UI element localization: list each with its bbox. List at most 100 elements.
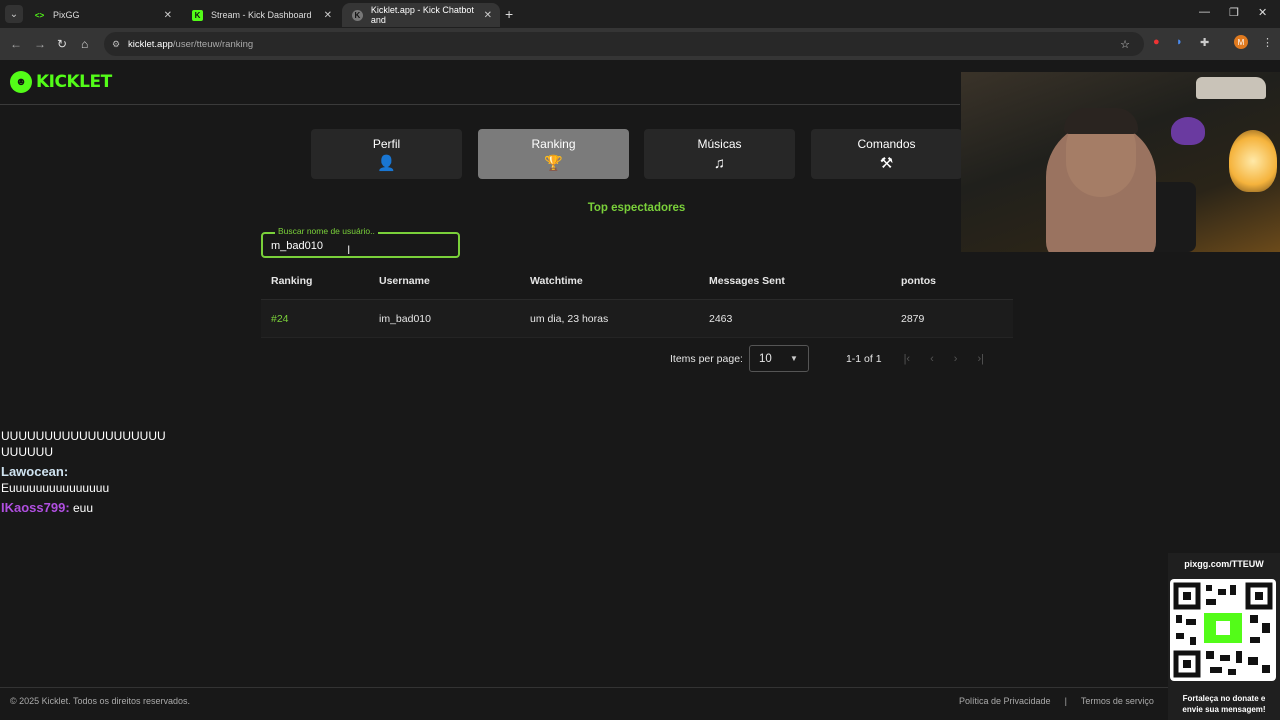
browser-tab-bar: ⌄ <> PixGG ✕ K Stream - Kick Dashboard ✕…	[0, 0, 1280, 28]
pixgg-icon: <>	[34, 10, 45, 20]
cell-watchtime: um dia, 23 horas	[530, 312, 609, 325]
close-icon[interactable]: ✕	[324, 10, 332, 21]
last-page-icon[interactable]: ›|	[977, 353, 984, 365]
chat-username: Lawocean:	[1, 464, 69, 479]
donation-overlay: pixgg.com/TTEUW Fortaleça no donate e en…	[1168, 553, 1280, 720]
nav-label: Perfil	[372, 137, 401, 151]
privacy-link[interactable]: Política de Privacidade	[959, 696, 1051, 706]
person-icon: 👤	[377, 155, 396, 172]
cell-pontos: 2879	[901, 312, 925, 325]
header-ranking[interactable]: Ranking	[271, 275, 312, 287]
nav-label: Ranking	[531, 137, 576, 151]
search-label: Buscar nome de usuário..	[275, 226, 378, 236]
url-path: /user/tteuw/ranking	[172, 38, 254, 50]
cell-ranking: #24	[271, 312, 289, 325]
username-search[interactable]: Buscar nome de usuário..	[261, 226, 460, 258]
items-per-page-label: Items per page:	[670, 352, 743, 365]
site-info-icon[interactable]: ⚙	[112, 39, 120, 50]
logo-text: KICKLET	[36, 72, 112, 92]
chat-message: UUUUUU	[1, 445, 53, 459]
footer-separator: |	[1064, 696, 1067, 706]
kicklet-logo-icon: ☻	[10, 71, 32, 93]
home-icon[interactable]: ⌂	[81, 37, 88, 51]
table-row[interactable]: #24 im_bad010 um dia, 23 horas 2463 2879	[261, 300, 1013, 338]
items-per-page-select[interactable]: 10 ▼	[748, 345, 809, 372]
items-per-page-value: 10	[758, 352, 772, 365]
browser-toolbar: ← → ↻ ⌂ ⚙ kicklet.app/user/tteuw/ranking…	[0, 28, 1280, 60]
kicklet-logo[interactable]: ☻ KICKLET	[10, 71, 112, 93]
reload-icon[interactable]: ↻	[57, 37, 67, 51]
nav-comandos[interactable]: Comandos ⚒	[811, 129, 962, 179]
browser-tab-kicklet[interactable]: K Kicklet.app - Kick Chatbot and ✕	[342, 3, 500, 27]
url-host: kicklet.app	[128, 38, 173, 50]
webcam-overlay	[961, 72, 1280, 252]
kick-icon: K	[192, 9, 203, 21]
cell-username: im_bad010	[379, 312, 431, 325]
browser-tab-kick-dashboard[interactable]: K Stream - Kick Dashboard ✕	[182, 3, 340, 27]
footer-divider	[0, 687, 1168, 688]
header-watchtime[interactable]: Watchtime	[530, 275, 583, 287]
minimize-icon[interactable]: —	[1199, 6, 1210, 18]
tools-icon: ⚒	[879, 155, 894, 172]
streamer-hair	[1064, 108, 1138, 134]
paginator: Items per page: 10 ▼ 1-1 of 1 |‹ ‹ › ›|	[670, 345, 984, 372]
nav-label: Comandos	[857, 137, 916, 151]
bookmark-star-icon[interactable]: ☆	[1120, 38, 1130, 51]
profile-avatar[interactable]: M	[1234, 35, 1248, 49]
window-close-icon[interactable]: ✕	[1258, 6, 1267, 19]
tab-title: Kicklet.app - Kick Chatbot and	[370, 5, 474, 25]
dropdown-arrow-icon: ▼	[790, 354, 798, 363]
chat-line: IKaoss799: euu	[1, 500, 166, 516]
restore-icon[interactable]: ❐	[1229, 6, 1239, 19]
donation-url: pixgg.com/TTEUW	[1184, 559, 1264, 569]
ranking-table: Ranking Username Watchtime Messages Sent…	[261, 263, 1013, 338]
terms-link[interactable]: Termos de serviço	[1081, 696, 1154, 706]
header-pontos[interactable]: pontos	[901, 275, 936, 287]
prev-page-icon[interactable]: ‹	[930, 353, 934, 365]
kicklet-icon: K	[352, 9, 363, 21]
table-header: Ranking Username Watchtime Messages Sent…	[261, 263, 1013, 300]
text-cursor-icon: I	[347, 243, 351, 257]
header-divider	[0, 104, 960, 105]
donation-message-line: envie sua mensagem!	[1182, 705, 1266, 714]
tab-title: PixGG	[53, 10, 80, 20]
chat-overlay: UUUUUUUUUUUUUUUUUUU UUUUUU Lawocean: Euu…	[1, 428, 166, 516]
toy-car	[1196, 77, 1266, 99]
page-range: 1-1 of 1	[845, 352, 882, 365]
heart-decoration	[1171, 117, 1205, 145]
footer-copyright: © 2025 Kicklet. Todos os direitos reserv…	[10, 696, 191, 706]
close-icon[interactable]: ✕	[164, 10, 172, 21]
nav-musicas[interactable]: Músicas ♫	[644, 129, 795, 179]
qr-code	[1170, 579, 1276, 681]
header-username[interactable]: Username	[379, 275, 430, 287]
cell-messages-sent: 2463	[709, 312, 733, 325]
footer-links: Política de Privacidade | Termos de serv…	[959, 696, 1154, 706]
browser-menu-icon[interactable]: ⋮	[1262, 36, 1273, 49]
extension-audio-icon[interactable]: ◗	[1176, 36, 1183, 48]
chat-message: UUUUUUUUUUUUUUUUUUU	[1, 429, 166, 443]
chat-message: euu	[73, 501, 94, 515]
header-messages-sent[interactable]: Messages Sent	[709, 275, 785, 287]
browser-tab-pixgg[interactable]: <> PixGG ✕	[24, 3, 180, 27]
tab-title: Stream - Kick Dashboard	[211, 10, 312, 20]
next-page-icon[interactable]: ›	[954, 353, 958, 365]
playlist-icon: ♫	[713, 155, 726, 172]
trophy-icon: 🏆	[544, 155, 563, 172]
donation-message: Fortaleça no donate e envie sua mensagem…	[1168, 693, 1280, 715]
extension-record-icon[interactable]: ●	[1153, 36, 1160, 48]
chat-message: Euuuuuuuuuuuuuuu	[1, 481, 110, 495]
back-icon[interactable]: ←	[10, 37, 22, 51]
new-tab-button[interactable]: +	[505, 6, 513, 22]
nav-ranking[interactable]: Ranking 🏆	[478, 129, 629, 179]
chat-username: IKaoss799:	[1, 500, 70, 515]
nav-perfil[interactable]: Perfil 👤	[311, 129, 462, 179]
forward-icon[interactable]: →	[34, 37, 46, 51]
close-icon[interactable]: ✕	[484, 10, 492, 21]
donation-message-line: Fortaleça no donate e	[1182, 694, 1266, 703]
nav-label: Músicas	[697, 137, 742, 151]
address-bar[interactable]: ⚙ kicklet.app/user/tteuw/ranking ☆	[104, 32, 1144, 56]
first-page-icon[interactable]: |‹	[904, 353, 911, 365]
extensions-puzzle-icon[interactable]: ✚	[1200, 36, 1209, 49]
tab-search-button[interactable]: ⌄	[5, 5, 23, 23]
search-input[interactable]	[271, 238, 451, 254]
